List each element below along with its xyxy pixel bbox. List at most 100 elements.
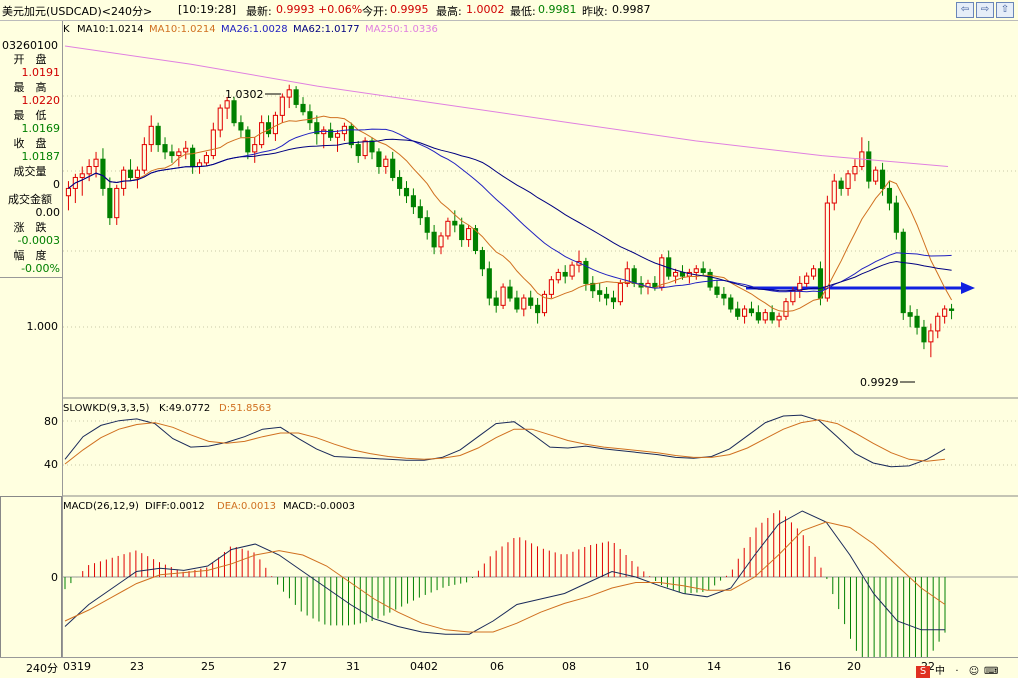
- pct-label: 幅 度: [13, 249, 47, 262]
- prev-close-value: 0.9987: [612, 3, 651, 16]
- nav-buttons: ⇦ ⇨ ⇧: [956, 2, 1014, 18]
- volume-label: 成交量: [13, 165, 47, 178]
- amount-label: 成交金额: [8, 193, 52, 206]
- low-value: 0.9981: [538, 3, 577, 16]
- candle-body: [466, 228, 472, 241]
- legend-ma10b: MA10:1.0214: [149, 24, 216, 35]
- period-label: 240分: [26, 662, 58, 675]
- kd-legend-k: K:49.0772: [159, 403, 210, 414]
- candle-body: [728, 297, 734, 310]
- candle-body: [445, 220, 451, 237]
- nav-forward-button[interactable]: ⇨: [976, 2, 994, 18]
- kd-legend-d: D:51.8563: [219, 403, 271, 414]
- candle-body: [127, 169, 134, 178]
- date-label: 16: [777, 660, 791, 673]
- macd-tick-0: 0: [51, 571, 58, 584]
- candle-body: [403, 187, 410, 197]
- candle-body: [810, 268, 817, 277]
- candle-body: [307, 111, 313, 124]
- candle-body: [486, 268, 492, 299]
- open-value: 1.0191: [21, 66, 61, 79]
- candle-body: [873, 169, 879, 182]
- candle-body: [700, 268, 706, 273]
- ime-dot-icon[interactable]: ·: [950, 666, 964, 678]
- candle-body: [362, 140, 368, 157]
- candle-body: [562, 271, 568, 277]
- candle-body: [714, 286, 720, 295]
- nav-up-button[interactable]: ⇧: [996, 2, 1014, 18]
- candle-body: [735, 308, 741, 317]
- nav-back-button[interactable]: ⇦: [956, 2, 974, 18]
- candle-body: [721, 293, 727, 299]
- price-tick-label: 1.000: [26, 320, 59, 333]
- candle-body: [410, 195, 416, 208]
- candle-body: [742, 308, 748, 317]
- candle-body: [948, 308, 955, 311]
- candle-body: [114, 187, 120, 219]
- ime-chinese-icon[interactable]: 中: [933, 666, 947, 678]
- candle-body: [652, 282, 658, 288]
- date-label: 0319: [63, 660, 91, 673]
- ime-emoji-icon[interactable]: ☺: [967, 666, 981, 678]
- ma250-line: [64, 45, 949, 167]
- price-chart[interactable]: K MA10:1.0214 MA10:1.0214 MA26:1.0028 MA…: [63, 21, 1018, 657]
- candle-body: [355, 144, 361, 157]
- candle-body: [921, 326, 927, 343]
- candle-body: [762, 312, 768, 321]
- candle-body: [79, 173, 85, 178]
- candle-body: [617, 282, 623, 303]
- high-value: 1.0220: [21, 94, 61, 107]
- candle-body: [748, 308, 755, 314]
- candle-body: [459, 224, 465, 241]
- open-label: 今开:: [362, 5, 388, 18]
- date-label: 08: [562, 660, 576, 673]
- pct-value: -0.00%: [21, 262, 60, 275]
- candle-body: [369, 140, 375, 153]
- legend-ma26: MA26:1.0028: [221, 24, 288, 35]
- candle-body: [452, 220, 458, 226]
- candle-body: [224, 100, 230, 109]
- candle-body: [935, 315, 941, 332]
- candle-body: [279, 96, 285, 116]
- candle-body: [155, 125, 161, 146]
- candle-body: [300, 103, 306, 113]
- date-label: 25: [201, 660, 215, 673]
- candle-body: [210, 129, 216, 157]
- date-label: 0402: [410, 660, 438, 673]
- candle-body: [265, 122, 272, 135]
- candle-body: [679, 271, 686, 277]
- quote-header: 美元加元(USDCAD)<240分> [10:19:28] 最新: 0.9993…: [0, 0, 1018, 21]
- ime-s-icon[interactable]: S: [916, 666, 930, 678]
- candle-body: [604, 293, 610, 299]
- candle-body: [141, 144, 147, 171]
- candle-body: [334, 133, 341, 138]
- high-value: 1.0002: [466, 3, 505, 16]
- candle-body: [65, 187, 72, 197]
- candle-body: [417, 206, 423, 219]
- candle-body: [914, 315, 920, 328]
- date-label: 14: [707, 660, 721, 673]
- candle-body: [507, 286, 513, 299]
- candle-body: [431, 231, 437, 248]
- candle-body: [673, 271, 679, 277]
- candle-body: [535, 304, 541, 314]
- amount-value: 0.00: [35, 206, 61, 219]
- ime-keyboard-icon[interactable]: ⌨: [984, 666, 998, 678]
- open-value: 0.9995: [390, 3, 429, 16]
- macd-diff-line: [64, 510, 945, 635]
- candle-body: [631, 268, 637, 284]
- candle-body: [528, 297, 534, 306]
- candle-body: [493, 297, 499, 306]
- candle-body: [942, 308, 948, 317]
- candle-body: [424, 217, 430, 233]
- candle-body: [231, 100, 237, 124]
- candle-body: [107, 187, 113, 219]
- candle-body: [162, 144, 168, 153]
- legend-ma62: MA62:1.0177: [293, 24, 360, 35]
- candle-body: [852, 166, 858, 175]
- candle-body: [348, 125, 354, 146]
- candle-body: [514, 297, 520, 310]
- bar-datetime: 03260100: [2, 39, 58, 52]
- candle-body: [134, 169, 141, 178]
- candle-body: [479, 250, 485, 270]
